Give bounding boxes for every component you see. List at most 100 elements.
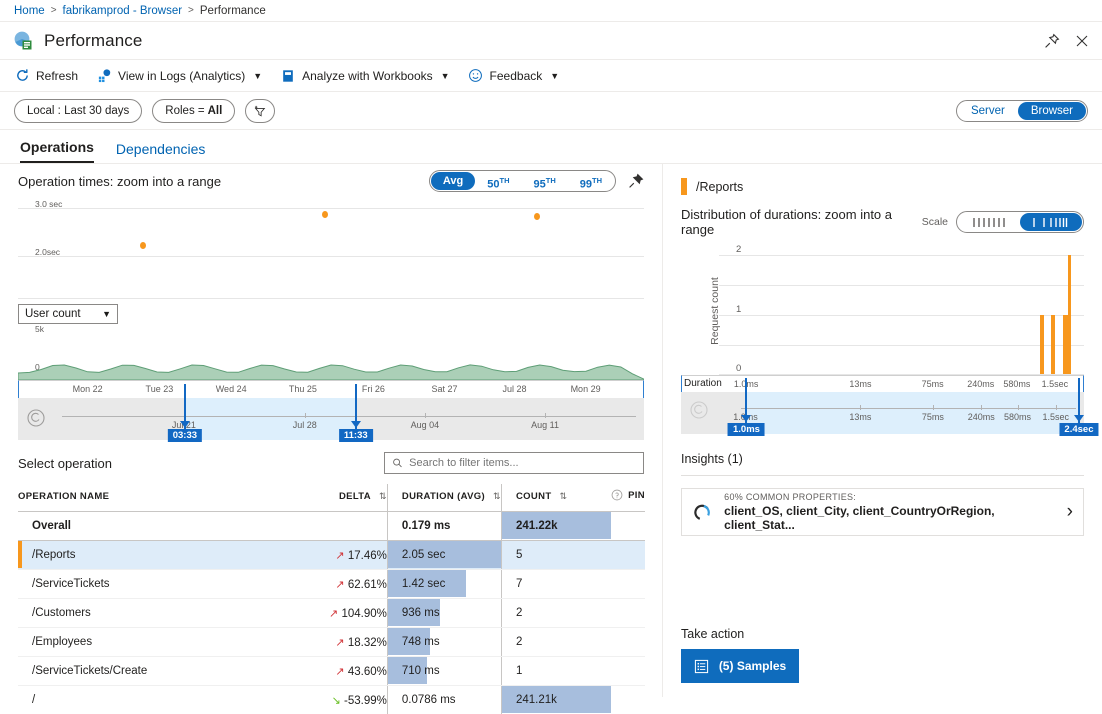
x-tick: Thu 25	[289, 384, 317, 394]
table-row[interactable]: /ServiceTickets/Create↗ 43.60%710 ms1	[18, 657, 645, 686]
percentile-option-avg[interactable]: Avg	[431, 172, 475, 190]
cell-pin[interactable]	[611, 657, 645, 686]
time-range-filter[interactable]: Local : Last 30 days	[14, 99, 142, 123]
tab-operations[interactable]: Operations	[20, 139, 94, 163]
table-row[interactable]: /Reports↗ 17.46%2.05 sec5	[18, 541, 645, 570]
table-header-row: OPERATION NAME DELTA⇅ DURATION (AVG)⇅ CO…	[18, 484, 645, 512]
samples-button-label: (5) Samples	[719, 659, 786, 673]
cell-pin[interactable]	[611, 599, 645, 628]
breadcrumb-current: Performance	[200, 5, 266, 17]
distribution-bar[interactable]	[1051, 315, 1055, 375]
handle-arrow-icon	[351, 421, 361, 428]
y-tick-3sec: 3.0 sec	[35, 199, 62, 209]
cell-pin[interactable]	[611, 570, 645, 599]
analyze-with-workbooks-button[interactable]: Analyze with Workbooks ▼	[280, 68, 449, 84]
tab-bar: Operations Dependencies	[0, 130, 1102, 164]
reset-zoom-icon[interactable]	[689, 400, 709, 420]
percentile-option-50th[interactable]: 50TH	[475, 172, 521, 190]
distribution-bar[interactable]	[1040, 315, 1044, 375]
cell-count: 241.22k	[501, 512, 611, 541]
scope-toggle[interactable]: Server Browser	[956, 100, 1088, 122]
pin-chart-icon[interactable]	[628, 173, 644, 189]
column-delta[interactable]: DELTA⇅	[289, 484, 387, 512]
command-bar: Refresh View in Logs (Analytics) ▼	[0, 60, 1102, 92]
view-in-logs-button[interactable]: View in Logs (Analytics) ▼	[96, 68, 262, 84]
sort-icon[interactable]: ⇅	[559, 491, 567, 501]
scope-option-server[interactable]: Server	[958, 102, 1018, 120]
reset-zoom-icon[interactable]	[26, 408, 46, 428]
scatter-point[interactable]	[140, 242, 146, 249]
sort-icon[interactable]: ⇅	[493, 491, 501, 501]
roles-filter[interactable]: Roles = All	[152, 99, 235, 123]
scale-option-log[interactable]	[1020, 213, 1082, 231]
scale-toggle[interactable]	[956, 211, 1084, 233]
distribution-bars	[719, 247, 1084, 375]
samples-button[interactable]: (5) Samples	[681, 649, 799, 683]
table-row[interactable]: /ServiceTickets↗ 62.61%1.42 sec7	[18, 570, 645, 599]
cell-operation-name: /Employees	[18, 628, 289, 657]
operation-name-text: /ServiceTickets/Create	[18, 665, 147, 677]
search-input[interactable]	[409, 457, 636, 469]
cell-pin[interactable]	[611, 686, 645, 714]
add-filter-button[interactable]	[245, 99, 275, 123]
time-range-slider[interactable]: Jul 21 Jul 28 Aug 04 Aug 11 03:33 11:33	[18, 398, 644, 440]
handle-arrow-icon	[741, 415, 751, 422]
operation-name-text: /	[18, 694, 35, 706]
duration-distribution-chart[interactable]: Request count 2 1 0	[681, 247, 1084, 375]
feedback-label: Feedback	[490, 69, 543, 83]
duration-range-slider[interactable]: 1.0ms 13ms 75ms 240ms 580ms 1.5sec 1.0ms…	[681, 392, 1084, 434]
view-in-logs-label: View in Logs (Analytics)	[118, 69, 245, 83]
roles-value: All	[208, 105, 223, 117]
column-count[interactable]: COUNT⇅	[501, 484, 611, 512]
count-value: 2	[502, 607, 522, 619]
table-row[interactable]: /Customers↗ 104.90%936 ms2	[18, 599, 645, 628]
cell-delta: ↗ 43.60%	[289, 657, 387, 686]
insight-detail: client_OS, client_City, client_CountryOr…	[724, 504, 1055, 532]
cell-pin[interactable]	[611, 541, 645, 570]
percentile-option-99th[interactable]: 99TH	[568, 172, 614, 190]
chevron-right-icon[interactable]: ›	[1067, 501, 1073, 523]
user-count-area-chart[interactable]: 5k 0	[18, 324, 644, 380]
distribution-bar[interactable]	[1068, 255, 1071, 374]
percentile-option-95th[interactable]: 95TH	[522, 172, 568, 190]
tab-dependencies[interactable]: Dependencies	[116, 141, 206, 163]
scatter-point[interactable]	[322, 211, 328, 218]
roles-label: Roles =	[165, 105, 204, 117]
feedback-button[interactable]: Feedback ▼	[468, 68, 560, 84]
percentile-toggle[interactable]: Avg 50TH 95TH 99TH	[429, 170, 616, 192]
table-row[interactable]: /Employees↗ 18.32%748 ms2	[18, 628, 645, 657]
time-slider-left-value: 03:33	[168, 429, 202, 442]
scope-option-browser[interactable]: Browser	[1018, 102, 1086, 120]
sort-icon[interactable]: ⇅	[379, 491, 387, 501]
table-row[interactable]: Overall0.179 ms241.22k	[18, 512, 645, 541]
duration-slider-handle-right[interactable]: 2.4sec	[1078, 378, 1080, 434]
distribution-header: Distribution of durations: zoom into a r…	[663, 195, 1102, 237]
delta-value: 43.60%	[348, 666, 387, 678]
insight-card[interactable]: 60% COMMON PROPERTIES: client_OS, client…	[681, 488, 1084, 536]
duration-slider-right-value: 2.4sec	[1059, 423, 1098, 436]
operation-times-title: Operation times: zoom into a range	[18, 174, 221, 189]
pin-icon[interactable]	[1044, 33, 1060, 49]
breadcrumb: Home > fabrikamprod - Browser > Performa…	[0, 0, 1102, 22]
search-box[interactable]	[384, 452, 644, 474]
cell-delta: ↗ 62.61%	[289, 570, 387, 599]
time-slider-handle-left[interactable]: 03:33	[184, 384, 186, 440]
time-slider-handle-right[interactable]: 11:33	[355, 384, 357, 440]
cell-pin[interactable]	[611, 512, 645, 541]
metric-select[interactable]: User count ▼	[18, 304, 118, 324]
cell-duration: 0.0786 ms	[387, 686, 501, 714]
column-pin[interactable]: PIN	[611, 484, 645, 512]
table-row[interactable]: /↘ -53.99%0.0786 ms241.21k	[18, 686, 645, 714]
refresh-button[interactable]: Refresh	[14, 68, 78, 84]
scale-option-linear[interactable]	[958, 213, 1020, 231]
cell-operation-name: /Reports	[18, 541, 289, 570]
breadcrumb-home[interactable]: Home	[14, 5, 45, 17]
operation-times-scatter-chart[interactable]: 3.0 sec 2.0sec	[18, 198, 644, 304]
duration-slider-handle-left[interactable]: 1.0ms	[745, 378, 747, 434]
column-duration[interactable]: DURATION (AVG)⇅	[387, 484, 501, 512]
close-icon[interactable]	[1074, 33, 1090, 49]
cell-pin[interactable]	[611, 628, 645, 657]
column-operation-name[interactable]: OPERATION NAME	[18, 484, 289, 512]
scatter-point[interactable]	[534, 213, 540, 220]
breadcrumb-resource[interactable]: fabrikamprod - Browser	[63, 5, 183, 17]
